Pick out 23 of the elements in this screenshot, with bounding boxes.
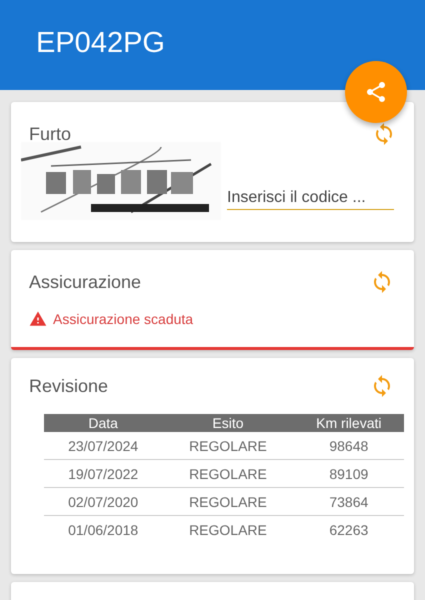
card-title: Revisione	[29, 376, 108, 396]
table-cell: REGOLARE	[162, 488, 294, 516]
share-icon	[364, 80, 388, 104]
table-cell: 23/07/2024	[44, 432, 162, 460]
table-cell: REGOLARE	[162, 516, 294, 543]
plate-title: EP042PG	[36, 26, 165, 60]
table-cell: 98648	[294, 432, 404, 460]
table-cell: 19/07/2022	[44, 460, 162, 488]
table-cell: REGOLARE	[162, 432, 294, 460]
column-header: Esito	[162, 414, 294, 432]
code-input-field[interactable]: Inserisci il codice ...	[227, 187, 394, 210]
card-title: Assicurazione	[29, 272, 142, 292]
column-header: Km rilevati	[294, 414, 404, 432]
table-cell: 62263	[294, 516, 404, 543]
alert-message: Assicurazione scaduta	[53, 311, 194, 327]
table-cell: 89109	[294, 460, 404, 488]
table-cell: 02/07/2020	[44, 488, 162, 516]
warning-icon	[29, 310, 47, 328]
table-cell: REGOLARE	[162, 460, 294, 488]
table-cell: 01/06/2018	[44, 516, 162, 543]
column-header: Data	[44, 414, 162, 432]
card-title: Furto	[29, 124, 72, 144]
table-cell: 73864	[294, 488, 404, 516]
